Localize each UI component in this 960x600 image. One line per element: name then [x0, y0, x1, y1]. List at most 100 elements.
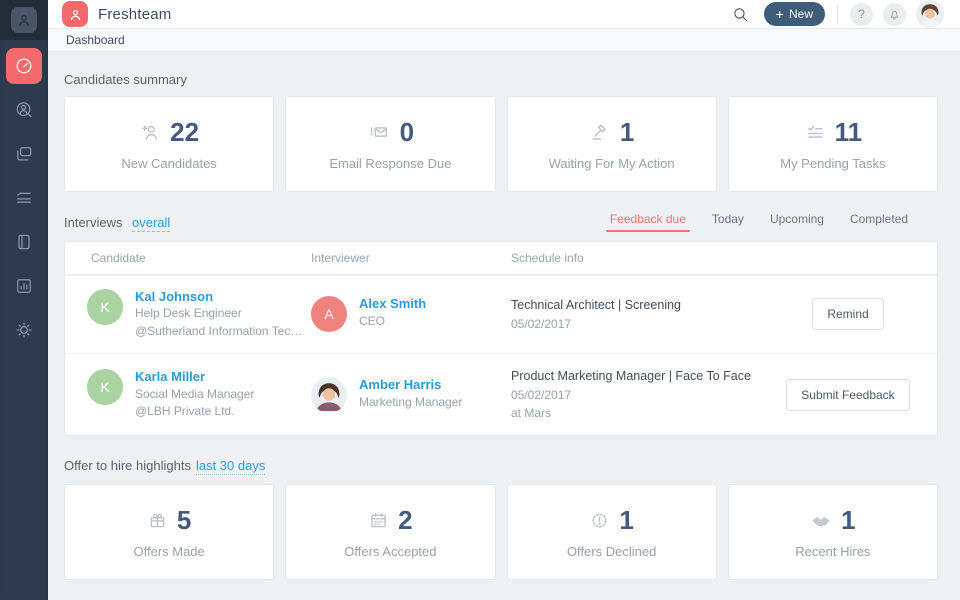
interviews-tabs: Feedback due Today Upcoming Completed	[605, 212, 938, 232]
help-button[interactable]: ?	[850, 2, 873, 26]
notebook-icon	[18, 234, 30, 250]
col-schedule-info: Schedule info	[511, 250, 584, 265]
user-avatar[interactable]	[916, 0, 944, 28]
stat-card-offers-accepted[interactable]: 2 Offers Accepted	[285, 484, 496, 580]
sidebar-item-candidates[interactable]	[6, 92, 42, 128]
brand: Freshteam	[62, 1, 172, 27]
interviewer-photo	[311, 376, 347, 413]
freshteam-logo-icon	[62, 1, 88, 27]
bell-icon	[890, 10, 899, 20]
topbar-divider	[837, 4, 838, 24]
sidebar-nav	[0, 40, 48, 356]
col-actions	[759, 249, 937, 267]
candidate-company: @LBH Private Ltd.	[135, 404, 235, 419]
interviewer-role: Marketing Manager	[359, 394, 463, 409]
candidate-name-link[interactable]: Kal Johnson	[135, 289, 303, 306]
sidebar-item-conversations[interactable]	[6, 136, 42, 172]
candidate-avatar: K	[87, 288, 123, 325]
tab-upcoming[interactable]: Upcoming	[770, 212, 824, 232]
breadcrumb[interactable]: Dashboard	[66, 33, 125, 47]
tab-today[interactable]: Today	[712, 212, 744, 232]
stat-label: Recent Hires	[795, 544, 871, 559]
new-button[interactable]: + New	[763, 2, 825, 26]
search-icon	[734, 7, 748, 21]
candidates-summary-cards: 22 New Candidates 0 Email Response Due 1…	[64, 95, 938, 192]
candidate-name-link[interactable]: Karla Miller	[135, 369, 254, 386]
person-add-icon	[142, 125, 158, 140]
topbar-actions: + New ?	[728, 0, 944, 28]
interviewer-avatar	[311, 376, 347, 413]
schedule-date: 05/02/2017	[511, 316, 572, 331]
sidebar-item-onboarding[interactable]	[6, 180, 42, 216]
stat-label: New Candidates	[121, 155, 217, 171]
gavel-icon	[592, 124, 606, 140]
candidates-summary-header: Candidates summary	[64, 72, 938, 87]
question-icon: ?	[858, 7, 865, 21]
interviews-filter-dropdown[interactable]: overall	[131, 214, 171, 232]
sidebar-item-reports[interactable]	[6, 268, 42, 304]
product-avatar-icon	[11, 7, 37, 33]
stat-card-offers-made[interactable]: 5 Offers Made	[64, 484, 275, 580]
tab-feedback-due[interactable]: Feedback due	[605, 212, 690, 232]
breadcrumb-bar: Dashboard	[48, 29, 960, 52]
section-title: Offer to hire highlights	[64, 458, 191, 473]
stat-card-recent-hires[interactable]: 1 Recent Hires	[727, 484, 938, 580]
stat-label: Offers Made	[133, 544, 205, 559]
dashboard-content: Candidates summary 22 New Candidates 0 E…	[48, 52, 960, 600]
table-header-row: Candidate Interviewer Schedule info	[65, 242, 937, 275]
candidate-search-icon	[16, 102, 32, 118]
offer-highlights-header: Offer to hire highlights last 30 days	[64, 458, 938, 475]
candidate-cell: K Kal Johnson Help Desk Engineer @Suther…	[65, 288, 311, 341]
sidebar-item-library[interactable]	[6, 224, 42, 260]
table-row: K Karla Miller Social Media Manager @LBH…	[65, 353, 937, 435]
user-photo	[916, 0, 944, 28]
email-alert-icon	[370, 127, 387, 137]
sidebar-item-dashboard[interactable]	[6, 48, 42, 84]
stat-card-new-candidates[interactable]: 22 New Candidates	[64, 95, 275, 192]
main-column: Freshteam + New ? Dashboard Candidates s…	[48, 0, 960, 600]
stat-card-my-pending-tasks[interactable]: 11 My Pending Tasks	[727, 95, 938, 192]
product-switcher[interactable]	[0, 0, 48, 40]
interviews-table: Candidate Interviewer Schedule info K Ka…	[64, 240, 938, 436]
remind-button[interactable]: Remind	[812, 298, 884, 331]
topbar: Freshteam + New ?	[48, 0, 960, 29]
gear-icon	[16, 322, 32, 338]
interviewer-name-link[interactable]: Amber Harris	[359, 377, 462, 394]
stat-card-email-response-due[interactable]: 0 Email Response Due	[285, 95, 496, 192]
gift-icon	[150, 513, 165, 528]
interviewer-avatar: A	[311, 296, 347, 333]
notifications-button[interactable]	[883, 2, 906, 26]
chat-icon	[17, 147, 32, 161]
interviewer-name-link[interactable]: Alex Smith	[359, 296, 426, 313]
action-cell: Submit Feedback	[759, 378, 937, 411]
offer-range-dropdown[interactable]: last 30 days	[195, 458, 266, 475]
reports-chart-icon	[17, 279, 31, 293]
stat-label: Waiting For My Action	[548, 155, 675, 171]
col-candidate: Candidate	[91, 250, 146, 265]
stat-value: 11	[834, 116, 863, 147]
tab-completed[interactable]: Completed	[850, 212, 908, 232]
candidate-avatar: K	[87, 368, 123, 405]
app-title: Freshteam	[98, 5, 172, 23]
stat-value: 5	[176, 505, 192, 535]
schedule-position: Product Marketing Manager | Face To Face	[511, 369, 751, 384]
app-window: Freshteam + New ? Dashboard Candidates s…	[0, 0, 960, 600]
sidebar-item-settings[interactable]	[6, 312, 42, 348]
schedule-position: Technical Architect | Screening	[511, 298, 682, 313]
candidate-role: Social Media Manager	[135, 386, 255, 401]
section-title: Interviews	[64, 214, 123, 230]
action-cell: Remind	[759, 298, 937, 331]
candidate-role: Help Desk Engineer	[135, 306, 242, 321]
candidate-cell: K Karla Miller Social Media Manager @LBH…	[65, 368, 311, 421]
submit-feedback-button[interactable]: Submit Feedback	[786, 378, 910, 411]
stat-label: My Pending Tasks	[780, 155, 886, 171]
stat-label: Email Response Due	[329, 155, 452, 171]
task-list-icon	[807, 125, 823, 138]
dashboard-gauge-icon	[16, 58, 32, 74]
schedule-cell: Product Marketing Manager | Face To Face…	[511, 367, 759, 422]
search-button[interactable]	[728, 1, 754, 27]
stat-card-waiting-for-my-action[interactable]: 1 Waiting For My Action	[506, 95, 717, 192]
person-icon	[19, 15, 29, 26]
checklist-lines-icon	[17, 192, 31, 203]
stat-card-offers-declined[interactable]: 1 Offers Declined	[506, 484, 717, 580]
